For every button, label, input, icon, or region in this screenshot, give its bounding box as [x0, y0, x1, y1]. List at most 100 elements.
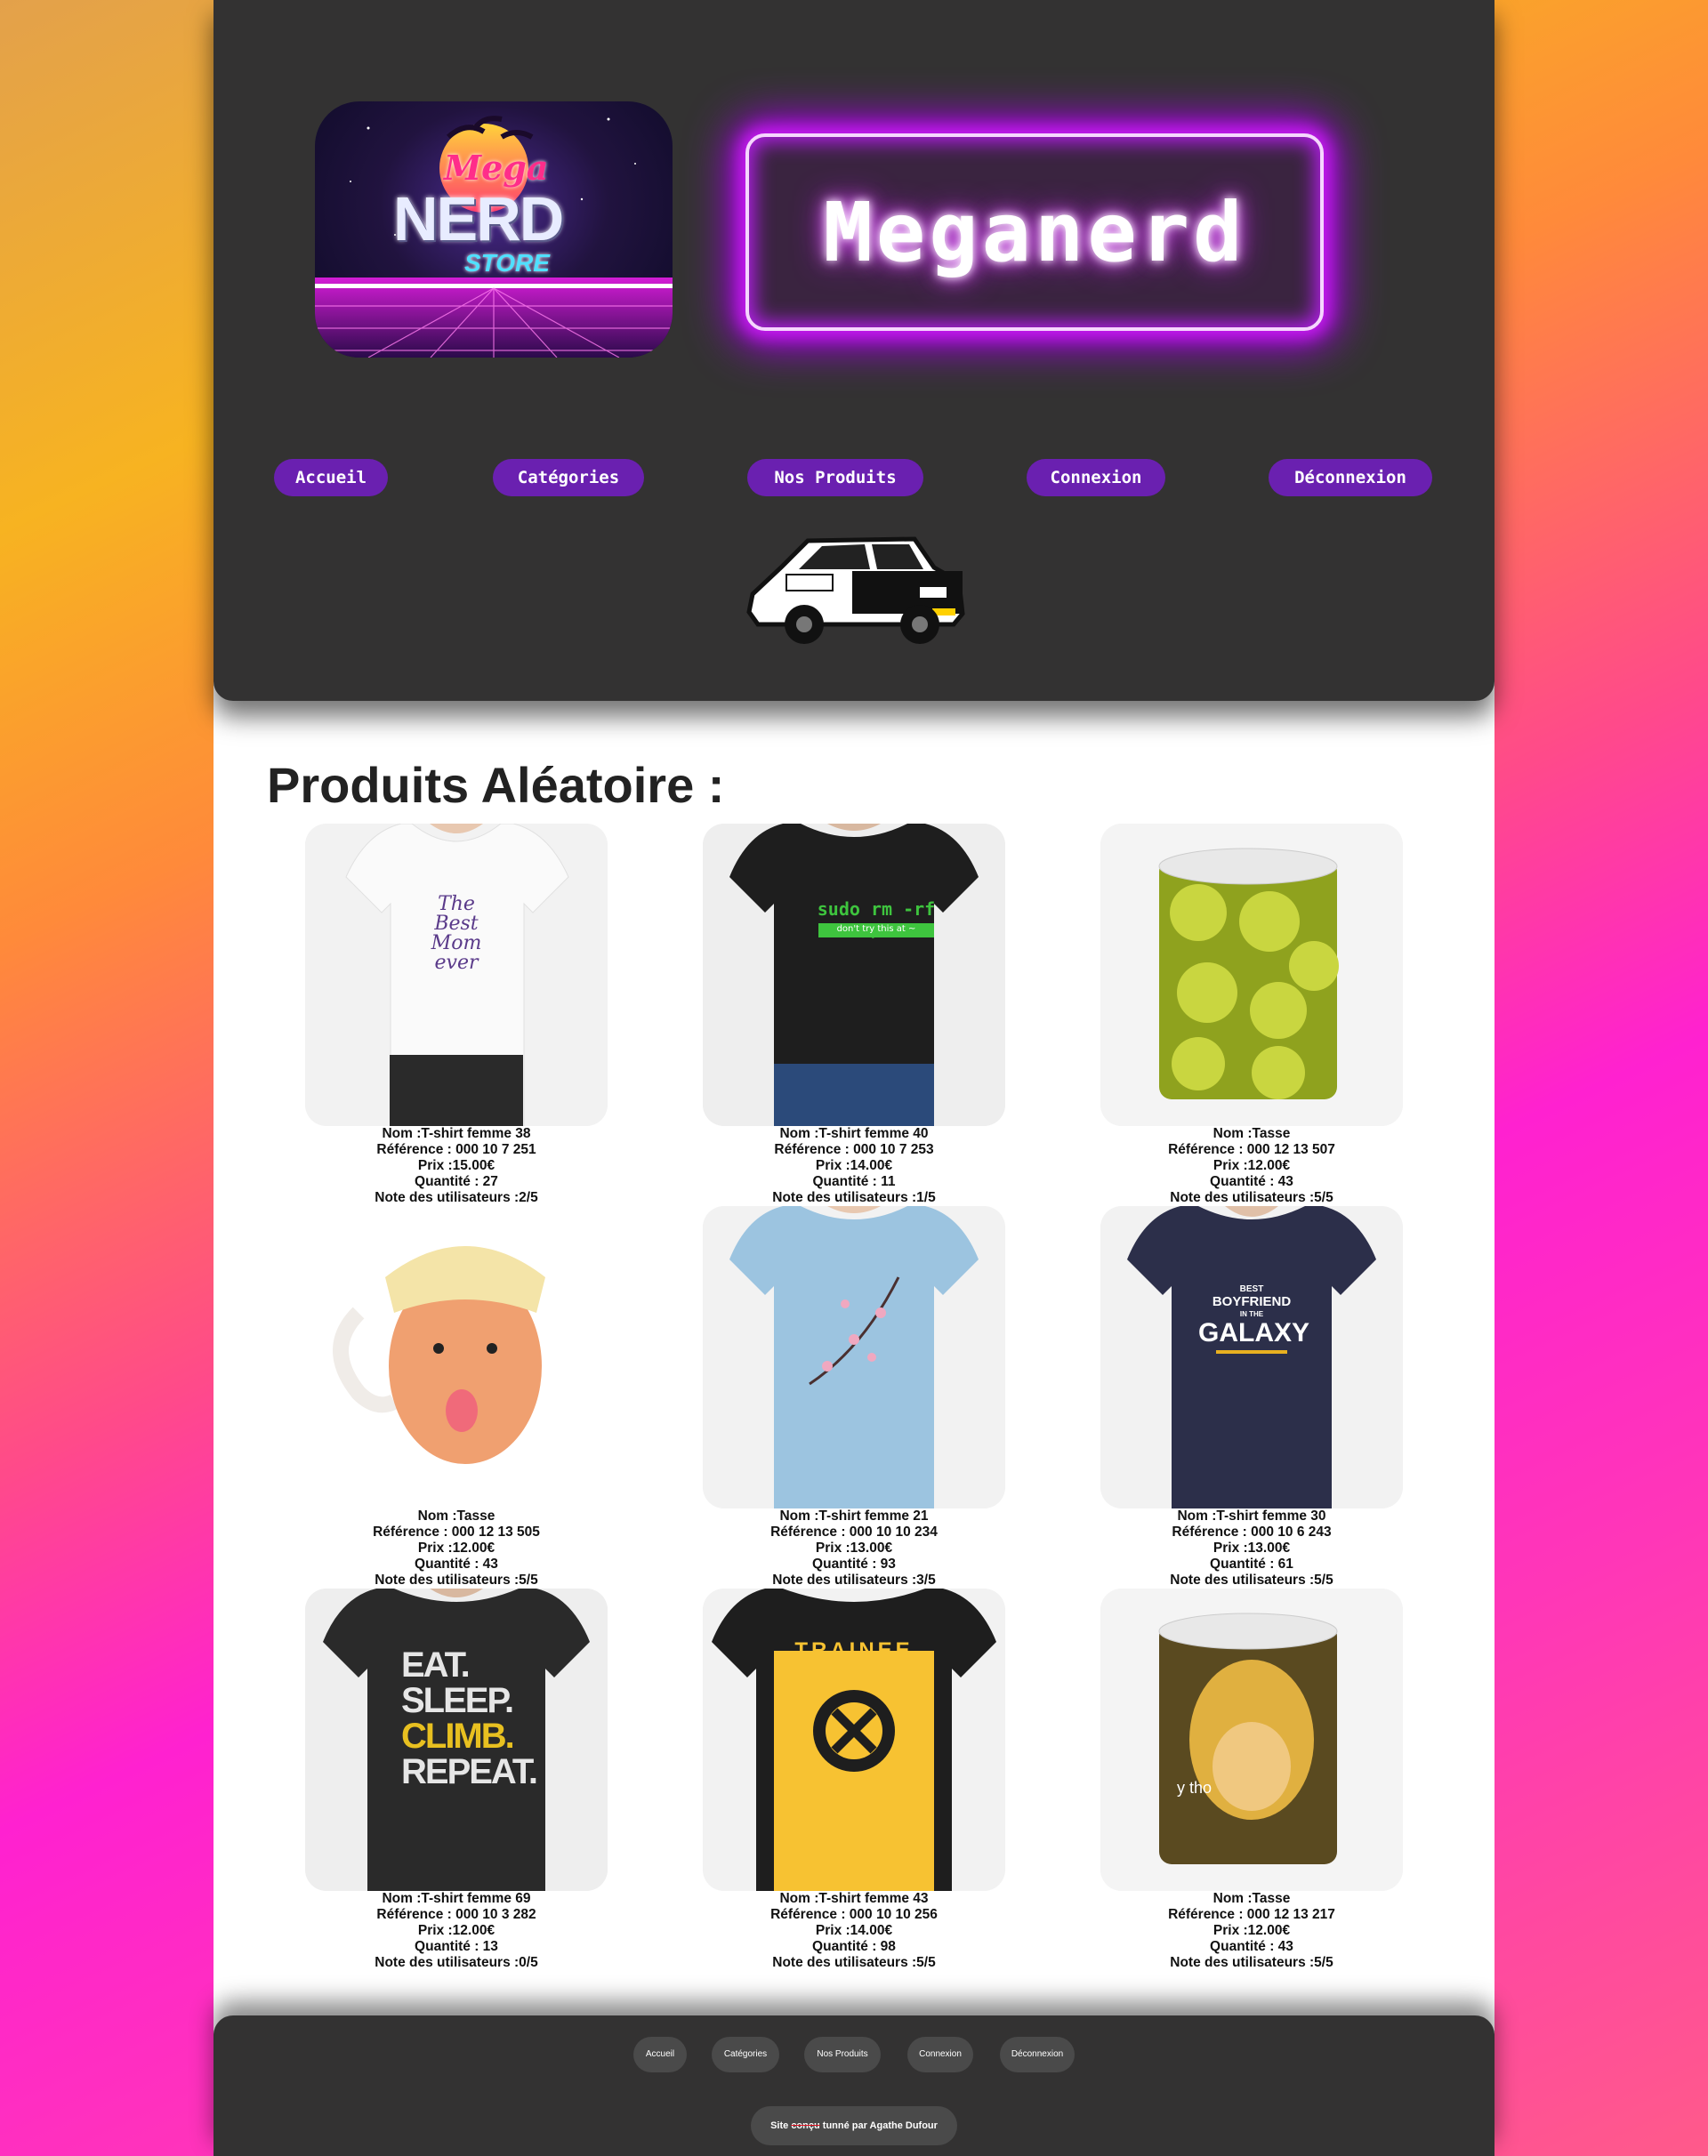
tshirt-print-line: REPEAT.	[401, 1752, 538, 1791]
product-image[interactable]: y tho	[1100, 1589, 1403, 1891]
product-info: Nom :Tasse Référence : 000 12 13 507 Pri…	[1100, 1126, 1403, 1206]
pixel-car-icon	[746, 536, 965, 644]
product-image[interactable]: The Best Mom ever	[305, 824, 608, 1126]
product-image[interactable]: TRAINEE	[703, 1589, 1005, 1891]
product-reference: Référence : 000 10 7 251	[376, 1142, 536, 1157]
tshirt-print-text: The Best Mom ever	[431, 893, 482, 974]
credit-suffix: tunné par Agathe Dufour	[822, 2120, 938, 2131]
credit-prefix: Site	[770, 2120, 789, 2131]
product-quantity: Quantité : 93	[812, 1557, 896, 1572]
product-name: Nom :T-shirt femme 21	[779, 1508, 929, 1524]
product-reference: Référence : 000 10 10 234	[770, 1524, 938, 1540]
product-image[interactable]: sudo rm -rf / don't try this at ~	[703, 824, 1005, 1126]
page-title: Produits Aléatoire :	[267, 757, 725, 813]
product-reference: Référence : 000 12 13 217	[1168, 1907, 1335, 1922]
product-rating: Note des utilisateurs :1/5	[772, 1190, 936, 1205]
logo-text-mega: Mega	[444, 148, 549, 188]
product-reference: Référence : 000 12 13 505	[373, 1524, 540, 1540]
product-rating: Note des utilisateurs :5/5	[375, 1573, 538, 1588]
site-header: Mega NERD STORE Meganerd Accueil Catégor…	[214, 0, 1494, 701]
product-price: Prix :13.00€	[1213, 1541, 1291, 1556]
product-card[interactable]: Nom :Tasse Référence : 000 12 13 505 Pri…	[305, 1206, 608, 1589]
tshirt-print-mid: BOYFRIEND	[1212, 1294, 1292, 1309]
product-reference: Référence : 000 10 3 282	[376, 1907, 536, 1922]
product-card[interactable]: sudo rm -rf / don't try this at ~ Nom :T…	[703, 824, 1005, 1206]
product-price: Prix :14.00€	[815, 1158, 893, 1173]
product-card[interactable]: Nom :Tasse Référence : 000 12 13 507 Pri…	[1100, 824, 1403, 1206]
nav-accueil[interactable]: Accueil	[274, 459, 388, 496]
product-reference: Référence : 000 10 6 243	[1172, 1524, 1332, 1540]
product-rating: Note des utilisateurs :3/5	[772, 1573, 936, 1588]
product-image[interactable]	[703, 1206, 1005, 1508]
nav-nos-produits[interactable]: Nos Produits	[747, 459, 923, 496]
product-rating: Note des utilisateurs :2/5	[375, 1190, 538, 1205]
product-price: Prix :15.00€	[417, 1158, 495, 1173]
tshirt-print-subtext: don't try this at ~	[836, 924, 916, 934]
product-card[interactable]: BEST BOYFRIEND IN THE GALAXY Nom :T-shir…	[1100, 1206, 1403, 1589]
nav-deconnexion[interactable]: Déconnexion	[1269, 459, 1432, 496]
product-image[interactable]	[1100, 824, 1403, 1126]
product-info: Nom :T-shirt femme 38 Référence : 000 10…	[305, 1126, 608, 1206]
mug-print-text: y tho	[1177, 1779, 1213, 1797]
product-rating: Note des utilisateurs :5/5	[1170, 1573, 1333, 1588]
brand-title: Meganerd	[823, 184, 1246, 280]
product-info: Nom :T-shirt femme 40 Référence : 000 10…	[703, 1126, 1005, 1206]
product-image[interactable]	[305, 1206, 608, 1508]
nav-categories[interactable]: Catégories	[493, 459, 644, 496]
footer-nav-nos-produits[interactable]: Nos Produits	[804, 2037, 881, 2072]
product-quantity: Quantité : 43	[1210, 1174, 1293, 1189]
product-quantity: Quantité : 11	[812, 1174, 896, 1189]
product-quantity: Quantité : 13	[415, 1939, 498, 1954]
product-rating: Note des utilisateurs :5/5	[772, 1955, 936, 1970]
nav-connexion[interactable]: Connexion	[1027, 459, 1165, 496]
product-name: Nom :T-shirt femme 30	[1177, 1508, 1326, 1524]
product-card[interactable]: The Best Mom ever Nom :T-shirt femme 38 Ré…	[305, 824, 608, 1206]
footer-nav-categories[interactable]: Catégories	[712, 2037, 779, 2072]
product-name: Nom :Tasse	[1213, 1891, 1291, 1906]
main-nav: Accueil Catégories Nos Produits Connexio…	[214, 459, 1494, 500]
product-name: Nom :Tasse	[1213, 1126, 1291, 1141]
product-rating: Note des utilisateurs :5/5	[1170, 1955, 1333, 1970]
footer-nav-connexion[interactable]: Connexion	[907, 2037, 973, 2072]
page-container: Mega NERD STORE Meganerd Accueil Catégor…	[214, 0, 1494, 2156]
product-quantity: Quantité : 43	[1210, 1939, 1293, 1954]
credit-struck-word: conçu	[791, 2120, 820, 2131]
product-image[interactable]: EAT. SLEEP. CLIMB. REPEAT.	[305, 1589, 608, 1891]
product-name: Nom :T-shirt femme 38	[382, 1126, 531, 1141]
product-reference: Référence : 000 10 10 256	[770, 1907, 938, 1922]
product-info: Nom :Tasse Référence : 000 12 13 217 Pri…	[1100, 1891, 1403, 1971]
tshirt-print-line: EAT.	[401, 1645, 471, 1685]
logo-text-store: STORE	[464, 249, 550, 277]
product-rating: Note des utilisateurs :0/5	[375, 1955, 538, 1970]
product-name: Nom :T-shirt femme 69	[382, 1891, 531, 1906]
logo-text-nerd: NERD	[393, 184, 564, 253]
product-card[interactable]: Nom :T-shirt femme 21 Référence : 000 10…	[703, 1206, 1005, 1589]
product-price: Prix :14.00€	[815, 1923, 893, 1938]
brand-neon-sign: Meganerd	[745, 133, 1324, 331]
product-card[interactable]: EAT. SLEEP. CLIMB. REPEAT. Nom :T-shirt …	[305, 1589, 608, 1971]
product-image[interactable]: BEST BOYFRIEND IN THE GALAXY	[1100, 1206, 1403, 1508]
footer-nav-accueil[interactable]: Accueil	[633, 2037, 687, 2072]
store-logo[interactable]: Mega NERD STORE	[315, 101, 673, 358]
product-card[interactable]: TRAINEE Nom :T-shirt femme 43 Référence …	[703, 1589, 1005, 1971]
tshirt-print-text: TRAINEE	[794, 1638, 914, 1662]
product-price: Prix :12.00€	[1213, 1158, 1291, 1173]
product-quantity: Quantité : 43	[415, 1557, 498, 1572]
product-price: Prix :13.00€	[815, 1541, 893, 1556]
footer-credit: Site conçu tunné par Agathe Dufour	[751, 2106, 957, 2145]
tshirt-print-main: GALAXY	[1198, 1318, 1310, 1348]
product-reference: Référence : 000 12 13 507	[1168, 1142, 1335, 1157]
tshirt-print-text: sudo rm -rf /	[817, 898, 936, 941]
product-quantity: Quantité : 98	[812, 1939, 896, 1954]
product-quantity: Quantité : 61	[1210, 1557, 1293, 1572]
tshirt-print-in: IN THE	[1239, 1310, 1264, 1318]
product-info: Nom :Tasse Référence : 000 12 13 505 Pri…	[305, 1508, 608, 1589]
tshirt-print-line: SLEEP.	[401, 1681, 514, 1720]
product-name: Nom :T-shirt femme 43	[779, 1891, 929, 1906]
footer-nav-deconnexion[interactable]: Déconnexion	[1000, 2037, 1075, 2072]
product-price: Prix :12.00€	[1213, 1923, 1291, 1938]
tshirt-print-top: BEST	[1239, 1284, 1264, 1294]
product-rating: Note des utilisateurs :5/5	[1170, 1190, 1333, 1205]
product-info: Nom :T-shirt femme 30 Référence : 000 10…	[1100, 1508, 1403, 1589]
product-card[interactable]: y tho Nom :Tasse Référence : 000 12 13 2…	[1100, 1589, 1403, 1971]
